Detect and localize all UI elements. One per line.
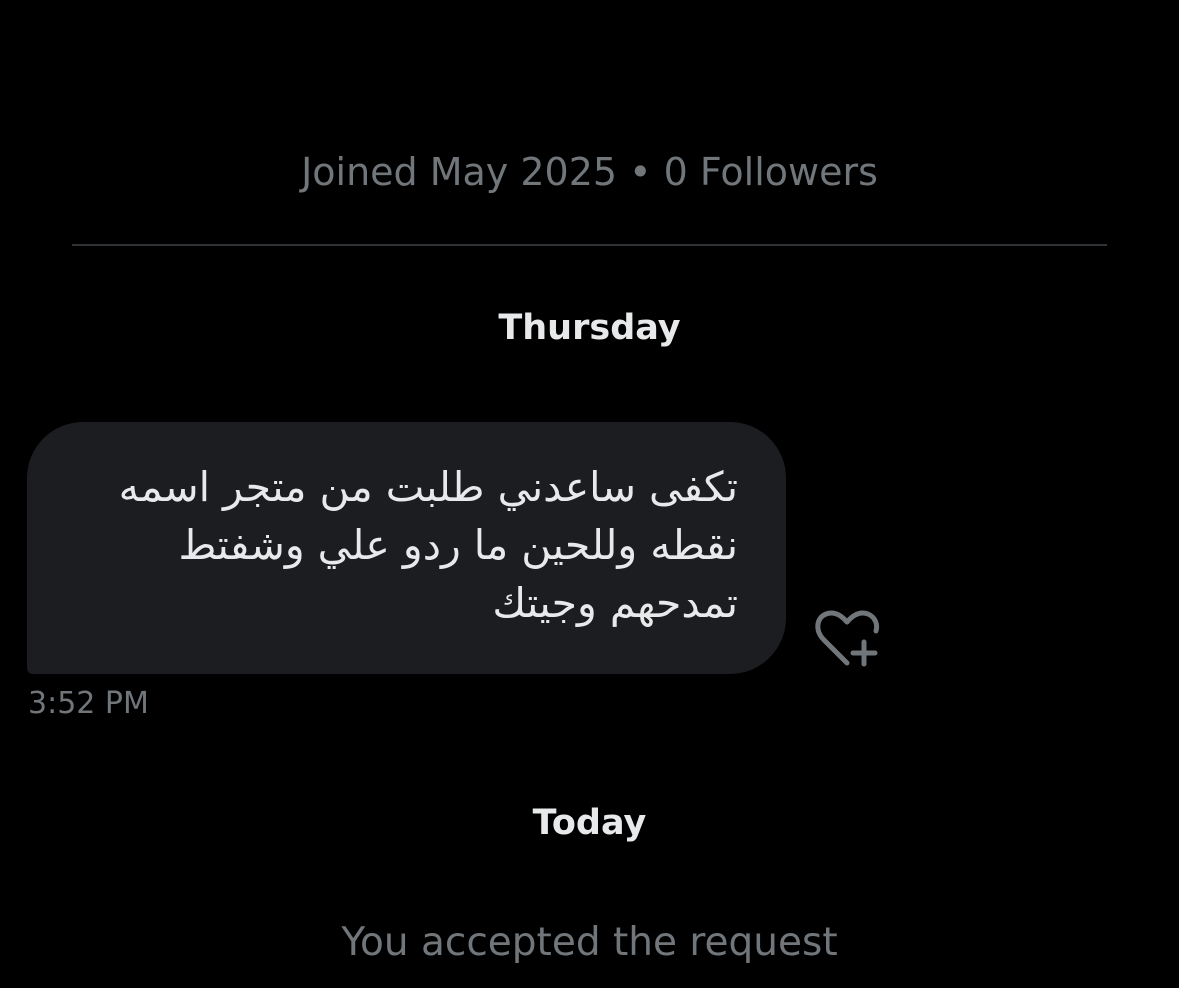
profile-divider: [72, 244, 1107, 246]
profile-join-info: Joined May 2025 • 0 Followers: [301, 150, 878, 194]
heart-plus-icon: [815, 610, 880, 667]
message-bubble[interactable]: تكفى ساعدني طلبت من متجر اسمه نقطه وللحي…: [27, 422, 786, 674]
message-text: تكفى ساعدني طلبت من متجر اسمه نقطه وللحي…: [118, 463, 738, 627]
request-accepted-notice: You accepted the request: [341, 920, 838, 965]
date-separator-thursday: Thursday: [498, 308, 681, 348]
add-reaction-button[interactable]: [812, 606, 882, 670]
date-separator-today: Today: [532, 803, 647, 843]
message-timestamp: 3:52 PM: [28, 686, 149, 721]
